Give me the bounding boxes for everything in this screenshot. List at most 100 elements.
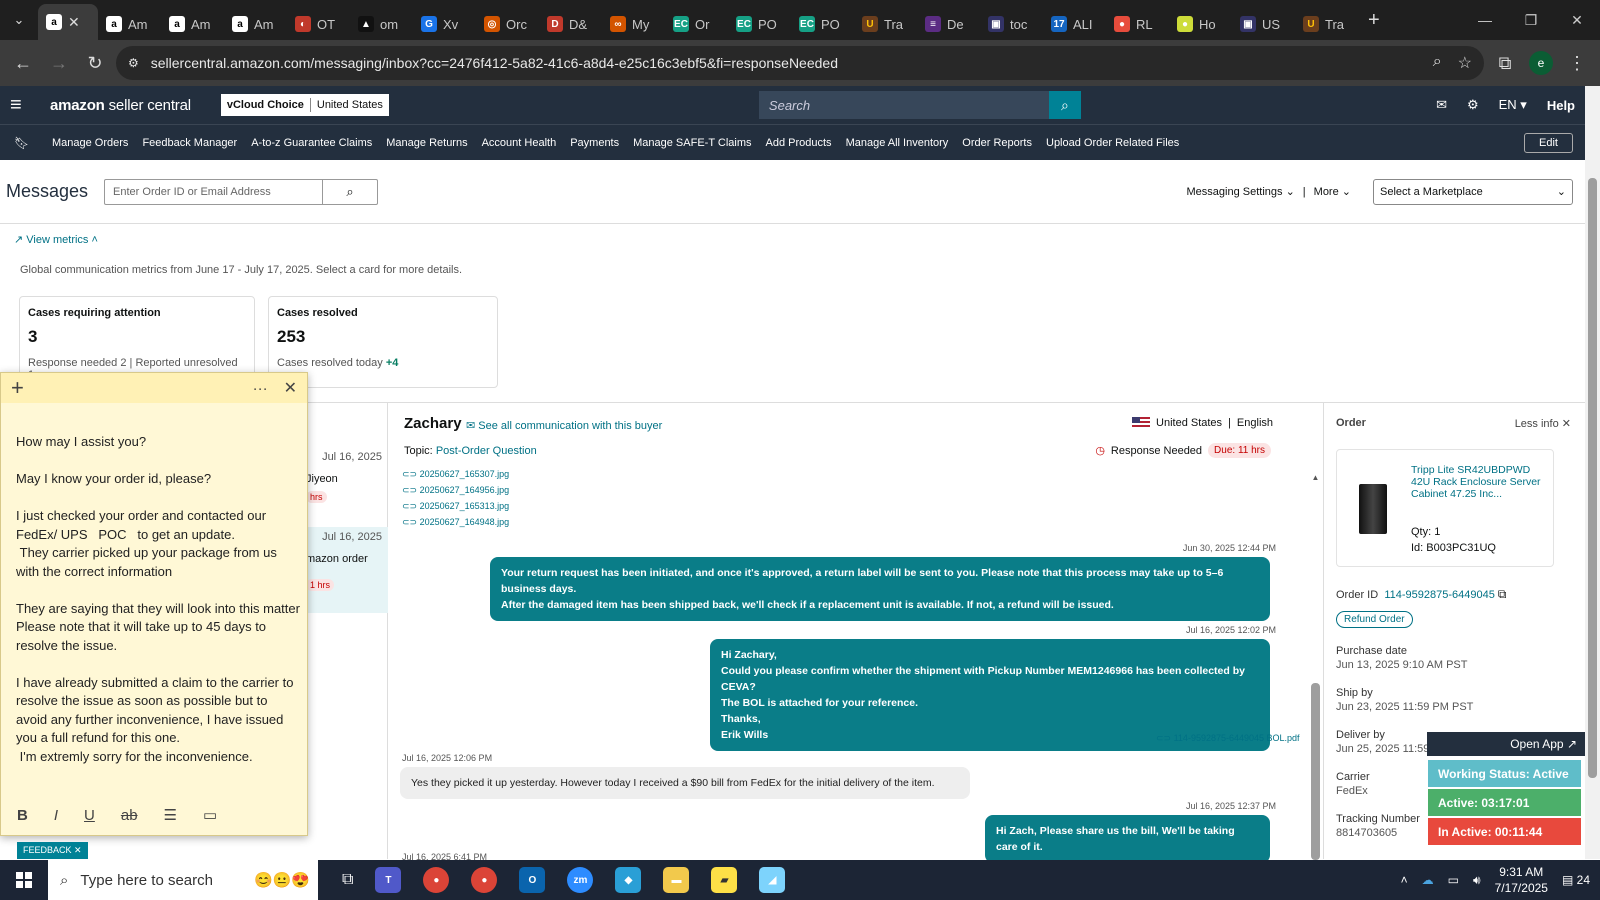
browser-tab[interactable]: a Am	[98, 8, 161, 40]
teams-icon[interactable]: T	[375, 867, 402, 893]
close-window-icon[interactable]: ✕	[1554, 12, 1600, 29]
strikethrough-icon[interactable]: ab	[121, 807, 138, 824]
back-icon[interactable]: ←	[8, 48, 38, 78]
nav-link[interactable]: Payments	[570, 137, 619, 149]
nav-link[interactable]: Manage All Inventory	[846, 137, 949, 149]
browser-tab[interactable]: ● RL	[1106, 8, 1169, 40]
list-item[interactable]: Jul 16, 2025 Jiyeon hrs	[300, 447, 388, 527]
list-item[interactable]: Jul 16, 2025 mazon order 1 hrs	[300, 527, 388, 613]
extensions-icon[interactable]: ⧉	[1490, 48, 1520, 78]
taskbar-search[interactable]: ⌕ Type here to search 😊😐😍	[48, 860, 318, 900]
browser-tab[interactable]: ◎ Orc	[476, 8, 539, 40]
browser-tab[interactable]: D D&	[539, 8, 602, 40]
more-menu[interactable]: More ⌄	[1314, 185, 1351, 198]
zoom-icon[interactable]: ⌕	[1433, 53, 1442, 73]
browser-tab[interactable]: ≡ De	[917, 8, 980, 40]
less-info-button[interactable]: Less info ✕	[1515, 417, 1571, 430]
refund-order-button[interactable]: Refund Order	[1336, 611, 1413, 628]
see-all-communication-link[interactable]: ✉ See all communication with this buyer	[466, 419, 662, 432]
messaging-settings-menu[interactable]: Messaging Settings ⌄	[1187, 185, 1295, 198]
browser-tab[interactable]: G Xv	[413, 8, 476, 40]
attachment-link[interactable]: ⊂⊃ 20250627_164948.jpg	[402, 517, 509, 528]
browser-tab[interactable]: EC PO	[791, 8, 854, 40]
browser-tab[interactable]: U Tra	[854, 8, 917, 40]
nav-link[interactable]: Manage Returns	[386, 137, 467, 149]
zoom-app-icon[interactable]: zm	[567, 867, 594, 893]
search-icon[interactable]: ⌕	[1048, 91, 1081, 119]
page-scrollbar-thumb[interactable]	[1588, 178, 1597, 778]
product-title-link[interactable]: Tripp Lite SR42UBDPWD 42U Rack Enclosure…	[1411, 464, 1547, 500]
notification-icon[interactable]: ▤ 24	[1562, 873, 1590, 887]
attachment-link[interactable]: ⊂⊃ 20250627_165313.jpg	[402, 501, 509, 512]
more-options-icon[interactable]: ···	[253, 380, 268, 397]
marketplace-select[interactable]: Select a Marketplace ⌄	[1373, 178, 1573, 205]
attachment-link[interactable]: ⊂⊃ 20250627_164956.jpg	[402, 485, 509, 496]
scroll-up-icon[interactable]: ▲	[1308, 473, 1323, 482]
account-switcher[interactable]: vCloud Choice United States	[220, 94, 389, 116]
browser-tab[interactable]: a ✕	[38, 4, 98, 40]
browser-tab[interactable]: ● Ho	[1169, 8, 1232, 40]
help-link[interactable]: Help	[1547, 98, 1575, 113]
mail-icon[interactable]: ✉	[1436, 97, 1447, 113]
forward-icon[interactable]: →	[44, 48, 74, 78]
volume-icon[interactable]: 🔊︎	[1473, 873, 1481, 888]
sticky-note-text[interactable]: How may I assist you? May I know your or…	[16, 433, 301, 766]
reload-icon[interactable]: ↻	[80, 48, 110, 78]
view-metrics-toggle[interactable]: ↗ View metrics ˄	[14, 233, 98, 246]
sticky-notes-icon[interactable]: ▰	[711, 867, 738, 893]
order-id-link[interactable]: 114-9592875-6449045	[1384, 589, 1495, 601]
site-info-icon[interactable]: ⚙	[128, 56, 139, 70]
nav-link[interactable]: Manage Orders	[52, 137, 128, 149]
bol-pdf-link[interactable]: ⊂⊃ 114-9592875-6449045 BOL.pdf	[1156, 733, 1300, 744]
image-icon[interactable]: ▭	[203, 806, 217, 824]
attachment-link[interactable]: ⊂⊃ 20250627_165307.jpg	[402, 469, 509, 480]
url-field[interactable]: ⚙ sellercentral.amazon.com/messaging/inb…	[116, 46, 1484, 80]
browser-tab[interactable]: EC PO	[728, 8, 791, 40]
browser-tab[interactable]: EC Or	[665, 8, 728, 40]
chrome-profile-icon[interactable]: ●	[471, 867, 498, 893]
file-explorer-icon[interactable]: ▬	[663, 867, 690, 893]
task-view-icon[interactable]: ⧉	[342, 871, 353, 889]
outlook-icon[interactable]: O	[519, 867, 546, 893]
edit-button[interactable]: Edit	[1524, 132, 1573, 153]
italic-icon[interactable]: I	[54, 807, 58, 824]
tab-search-icon[interactable]: ⌄	[0, 0, 38, 40]
nav-link[interactable]: Order Reports	[962, 137, 1032, 149]
bold-icon[interactable]: B	[17, 807, 28, 824]
browser-menu-icon[interactable]: ⋮	[1562, 48, 1592, 78]
sticky-note[interactable]: + ··· ✕ How may I assist you? May I know…	[0, 372, 308, 836]
nav-link[interactable]: Add Products	[766, 137, 832, 149]
hamburger-menu-icon[interactable]: ≡	[10, 94, 36, 117]
restore-icon[interactable]: ❐	[1508, 12, 1554, 29]
nav-link[interactable]: Account Health	[482, 137, 557, 149]
page-scrollbar[interactable]	[1585, 86, 1600, 859]
header-search-input[interactable]: Search	[758, 91, 1049, 119]
bullet-list-icon[interactable]: ☰	[164, 806, 177, 824]
underline-icon[interactable]: U	[84, 807, 95, 824]
open-app-button[interactable]: Open App ↗	[1427, 732, 1585, 756]
gear-icon[interactable]: ⚙	[1467, 97, 1479, 113]
bookmark-star-icon[interactable]: ☆	[1458, 53, 1472, 73]
close-icon[interactable]: ✕	[284, 378, 297, 398]
browser-tab[interactable]: U Tra	[1295, 8, 1358, 40]
browser-tab[interactable]: ▣ toc	[980, 8, 1043, 40]
topic-link[interactable]: Post-Order Question	[436, 445, 537, 457]
new-tab-button[interactable]: +	[1358, 9, 1390, 32]
start-button[interactable]	[0, 872, 48, 888]
nav-link[interactable]: Upload Order Related Files	[1046, 137, 1179, 149]
nav-link[interactable]: Manage SAFE-T Claims	[633, 137, 751, 149]
app-icon[interactable]: ◆	[615, 867, 642, 893]
seller-central-logo[interactable]: amazon seller central	[50, 97, 191, 114]
browser-tab[interactable]: ▣ US	[1232, 8, 1295, 40]
chevron-up-icon[interactable]: ˄	[1401, 873, 1408, 887]
browser-tab[interactable]: 17 ALI	[1043, 8, 1106, 40]
nav-link[interactable]: Feedback Manager	[142, 137, 237, 149]
bookmark-icon[interactable]: 🔖︎	[14, 136, 52, 150]
minimize-icon[interactable]: —	[1462, 12, 1508, 29]
browser-tab[interactable]: a Am	[161, 8, 224, 40]
add-note-icon[interactable]: +	[11, 375, 24, 401]
browser-tab[interactable]: ◐ OT	[287, 8, 350, 40]
snipping-tool-icon[interactable]: ◢	[759, 867, 786, 893]
profile-button[interactable]: e	[1526, 48, 1556, 78]
chrome-icon[interactable]: ●	[423, 867, 450, 893]
